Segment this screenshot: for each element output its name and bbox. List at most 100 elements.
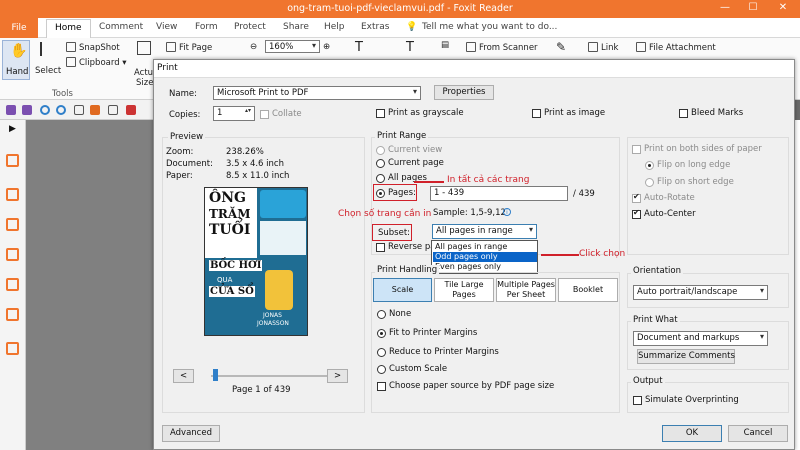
scale-none-radio[interactable] (377, 310, 386, 319)
zoom-combo[interactable]: 160% ▾ (265, 40, 320, 53)
zoom-out-icon[interactable]: ⊖ (250, 42, 257, 52)
open-icon[interactable] (22, 105, 32, 115)
tab-protect[interactable]: Protect (234, 22, 266, 32)
cover-title-1: ÔNG (209, 190, 246, 206)
pages-icon[interactable]: ▤ (441, 40, 449, 50)
printer-name-select[interactable]: Microsoft Print to PDF ▾ (213, 86, 421, 100)
select-button[interactable]: Select (35, 66, 61, 76)
annotation-arrow-all-pages (414, 181, 444, 183)
current-page-radio[interactable] (376, 159, 385, 168)
subset-select[interactable]: All pages in range ▾ (432, 224, 537, 239)
fit-page-button[interactable]: Fit Page (166, 42, 212, 53)
reverse-pages-checkbox[interactable] (376, 243, 385, 252)
print-icon[interactable] (108, 105, 118, 115)
short-edge-radio[interactable] (645, 178, 654, 187)
orientation-heading: Orientation (631, 266, 683, 276)
properties-button[interactable]: Properties (434, 85, 494, 100)
snapshot-button[interactable]: SnapShot (66, 42, 120, 53)
from-scanner-button[interactable]: From Scanner (466, 42, 538, 53)
security-icon[interactable] (6, 308, 19, 321)
preview-next-button[interactable]: > (327, 369, 348, 383)
redo-icon[interactable] (56, 105, 66, 115)
current-view-radio[interactable] (376, 146, 385, 155)
print-as-image-checkbox[interactable] (532, 109, 541, 118)
actual-size-label-2[interactable]: Size (136, 78, 153, 88)
bleed-marks-checkbox[interactable] (679, 109, 688, 118)
ok-button[interactable]: OK (662, 425, 722, 442)
scale-tab[interactable]: Scale (373, 278, 432, 302)
minimize-button[interactable]: — (718, 2, 732, 14)
save-icon[interactable] (6, 105, 16, 115)
hand-small-icon[interactable] (74, 105, 84, 115)
info-icon[interactable]: i (503, 208, 511, 216)
multiple-pages-tab[interactable]: Multiple Pages Per Sheet (496, 278, 556, 302)
select-small-icon[interactable] (90, 105, 100, 115)
signature-icon[interactable] (6, 342, 19, 355)
reduce-margins-radio[interactable] (377, 348, 386, 357)
tell-me-search[interactable]: Tell me what you want to do... (422, 22, 557, 32)
email-icon[interactable] (126, 105, 136, 115)
subset-option-all[interactable]: All pages in range (433, 242, 537, 252)
page-range-input[interactable]: 1 - 439 (430, 186, 568, 201)
fit-margins-label: Fit to Printer Margins (389, 328, 478, 338)
booklet-tab[interactable]: Booklet (558, 278, 618, 302)
tab-view[interactable]: View (156, 22, 177, 32)
all-pages-radio[interactable] (376, 174, 385, 183)
advanced-button[interactable]: Advanced (162, 425, 220, 442)
attachments-icon[interactable] (6, 278, 19, 291)
auto-center-checkbox[interactable] (632, 208, 641, 219)
auto-rotate-checkbox[interactable] (632, 192, 641, 203)
preview-page-slider[interactable] (211, 375, 333, 377)
preview-slider-thumb[interactable] (213, 369, 218, 381)
tab-home[interactable]: Home (46, 19, 91, 38)
both-sides-checkbox[interactable] (632, 145, 641, 154)
fit-margins-radio[interactable] (377, 329, 386, 338)
subset-option-even[interactable]: Even pages only (433, 262, 537, 272)
subset-option-odd[interactable]: Odd pages only (433, 252, 537, 262)
file-attachment-button[interactable]: File Attachment (636, 42, 716, 53)
tab-help[interactable]: Help (324, 22, 345, 32)
tab-share[interactable]: Share (283, 22, 309, 32)
long-edge-radio[interactable] (645, 161, 654, 170)
close-button[interactable]: ✕ (776, 2, 790, 14)
hand-tool-button[interactable]: ✋ Hand (2, 40, 30, 80)
tab-comment[interactable]: Comment (99, 22, 143, 32)
expand-arrow-icon[interactable]: ▶ (9, 124, 16, 134)
copies-stepper[interactable]: 1 ▴▾ (213, 106, 255, 121)
tile-large-pages-tab[interactable]: Tile Large Pages (434, 278, 494, 302)
custom-scale-radio[interactable] (377, 365, 386, 374)
print-what-value: Document and markups (637, 333, 740, 343)
text-select-icon[interactable]: T (406, 40, 414, 55)
tab-form[interactable]: Form (195, 22, 218, 32)
orientation-select[interactable]: Auto portrait/landscape ▾ (633, 285, 768, 300)
clipboard-button[interactable]: Clipboard ▾ (66, 57, 127, 68)
preview-prev-button[interactable]: < (173, 369, 194, 383)
comments-icon[interactable] (6, 248, 19, 261)
simulate-overprinting-checkbox[interactable] (633, 396, 642, 405)
link-label: Link (601, 43, 619, 53)
page-range-sample: Sample: 1,5-9,12 (433, 208, 506, 218)
print-what-select[interactable]: Document and markups ▾ (633, 331, 768, 346)
pages-panel-icon[interactable] (6, 188, 19, 201)
tab-file[interactable]: File (0, 18, 38, 38)
bookmark-icon[interactable] (6, 154, 19, 167)
link-button[interactable]: Link (588, 42, 618, 53)
undo-icon[interactable] (40, 105, 50, 115)
grayscale-checkbox[interactable] (376, 109, 385, 118)
lightbulb-icon: 💡 (406, 22, 418, 32)
link-icon (588, 42, 598, 52)
paper-source-checkbox[interactable] (377, 382, 386, 391)
chevron-down-icon: ▾ (412, 87, 417, 96)
collate-checkbox[interactable] (260, 110, 269, 119)
cancel-button[interactable]: Cancel (728, 425, 788, 442)
maximize-button[interactable]: ☐ (746, 2, 760, 14)
left-navigation-panel: ▶ (0, 120, 26, 450)
pen-icon[interactable]: ✎ (556, 40, 566, 54)
tab-extras[interactable]: Extras (361, 22, 389, 32)
file-attachment-label: File Attachment (649, 43, 716, 53)
zoom-in-icon[interactable]: ⊕ (323, 42, 330, 52)
text-tool-icon[interactable]: T (355, 40, 363, 55)
clipboard-label: Clipboard (79, 58, 120, 68)
layers-icon[interactable] (6, 218, 19, 231)
summarize-comments-button[interactable]: Summarize Comments (637, 349, 735, 364)
